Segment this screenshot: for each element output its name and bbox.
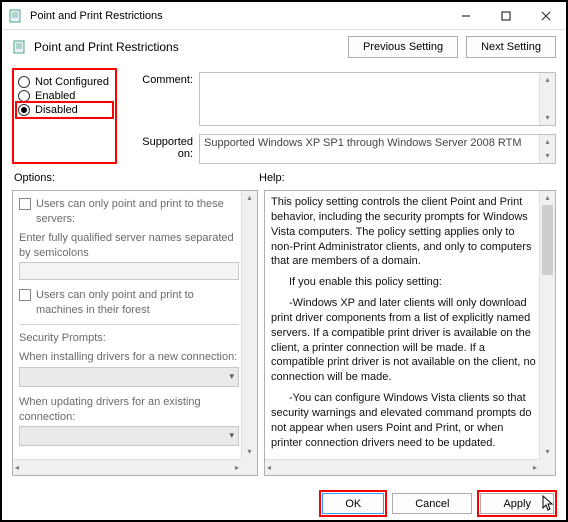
installing-drivers-combo[interactable] (19, 367, 239, 387)
servers-input[interactable] (19, 262, 239, 280)
supported-on-field: Supported Windows XP SP1 through Windows… (199, 134, 556, 164)
servers-hint: Enter fully qualified server names separ… (19, 231, 239, 261)
scroll-corner (241, 459, 257, 475)
scroll-corner (539, 459, 555, 475)
checkbox-icon (19, 289, 31, 301)
checkbox-label: Users can only point and print to these … (36, 197, 239, 227)
checkbox-label: Users can only point and print to machin… (36, 288, 239, 318)
radio-icon (18, 76, 30, 88)
comment-label: Comment: (129, 72, 199, 126)
options-label: Options: (14, 172, 259, 184)
security-prompts-label: Security Prompts: (19, 331, 239, 346)
maximize-button[interactable] (486, 3, 526, 29)
previous-setting-button[interactable]: Previous Setting (348, 36, 458, 58)
updating-drivers-label: When updating drivers for an existing co… (19, 395, 239, 425)
radio-label: Enabled (35, 90, 75, 102)
help-label: Help: (259, 172, 285, 184)
cancel-button[interactable]: Cancel (392, 493, 472, 514)
checkbox-forest-only[interactable]: Users can only point and print to machin… (19, 288, 239, 318)
radio-not-configured[interactable]: Not Configured (18, 76, 111, 88)
window-title: Point and Print Restrictions (30, 10, 446, 22)
options-panel: Users can only point and print to these … (12, 190, 258, 476)
help-panel: This policy setting controls the client … (264, 190, 556, 476)
divider (19, 324, 239, 325)
help-paragraph: This policy setting controls the client … (271, 195, 537, 269)
checkbox-icon (19, 198, 31, 210)
titlebar: Point and Print Restrictions (2, 2, 566, 30)
cursor-icon (542, 495, 556, 516)
ok-button[interactable]: OK (322, 493, 384, 514)
help-paragraph: If you enable this policy setting: (271, 275, 537, 290)
help-paragraph: -Windows XP and later clients will only … (271, 296, 537, 385)
radio-label: Disabled (35, 104, 78, 116)
scrollbar[interactable]: ▴▾ (539, 73, 555, 125)
policy-icon (12, 39, 28, 55)
scrollbar-vertical[interactable]: ▴ ▾ (539, 191, 555, 459)
minimize-button[interactable] (446, 3, 486, 29)
close-button[interactable] (526, 3, 566, 29)
checkbox-servers-only[interactable]: Users can only point and print to these … (19, 197, 239, 227)
policy-header: Point and Print Restrictions Previous Se… (2, 30, 566, 68)
installing-drivers-label: When installing drivers for a new connec… (19, 350, 239, 365)
scrollbar-vertical[interactable]: ▴▾ (241, 191, 257, 459)
updating-drivers-combo[interactable] (19, 426, 239, 446)
radio-enabled[interactable]: Enabled (18, 90, 111, 102)
radio-icon (18, 104, 30, 116)
comment-textarea[interactable]: ▴▾ (199, 72, 556, 126)
supported-value: Supported Windows XP SP1 through Windows… (204, 137, 522, 149)
scrollbar[interactable]: ▴▾ (539, 135, 555, 163)
next-setting-button[interactable]: Next Setting (466, 36, 556, 58)
scrollbar-horizontal[interactable]: ◂▸ (13, 459, 241, 475)
state-radio-group: Not Configured Enabled Disabled (12, 68, 117, 164)
radio-icon (18, 90, 30, 102)
help-paragraph: -You can configure Windows Vista clients… (271, 391, 537, 450)
scroll-thumb[interactable] (542, 205, 553, 275)
radio-label: Not Configured (35, 76, 109, 88)
dialog-buttons: OK Cancel Apply (322, 493, 554, 514)
supported-label: Supported on: (129, 134, 199, 164)
radio-disabled[interactable]: Disabled (18, 104, 111, 116)
policy-title: Point and Print Restrictions (34, 40, 340, 54)
scrollbar-horizontal[interactable]: ◂▸ (265, 459, 539, 475)
app-icon (8, 8, 24, 24)
help-paragraph: If you do not configure this policy sett… (271, 457, 537, 458)
